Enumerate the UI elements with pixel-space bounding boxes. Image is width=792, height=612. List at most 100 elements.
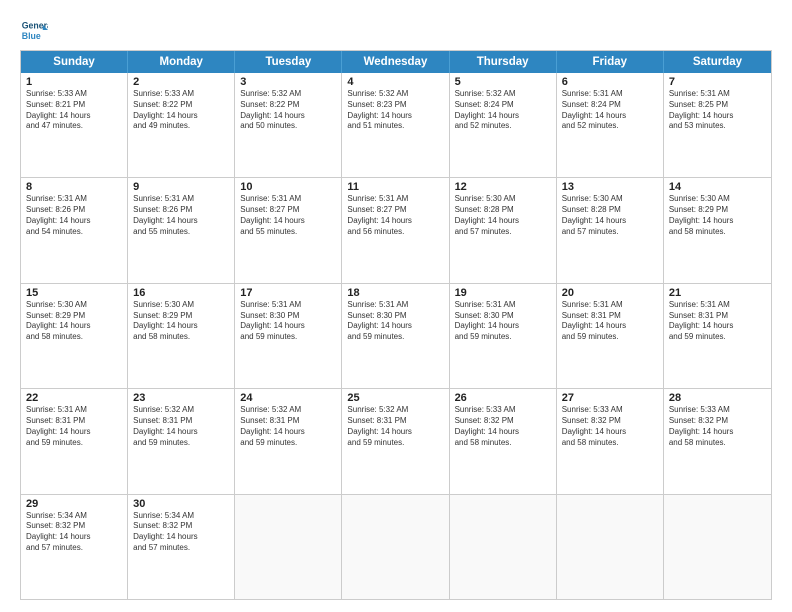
table-row: 3Sunrise: 5:32 AM Sunset: 8:22 PM Daylig… <box>235 73 342 177</box>
table-row: 27Sunrise: 5:33 AM Sunset: 8:32 PM Dayli… <box>557 389 664 493</box>
day-info: Sunrise: 5:32 AM Sunset: 8:22 PM Dayligh… <box>240 89 336 132</box>
day-info: Sunrise: 5:33 AM Sunset: 8:32 PM Dayligh… <box>562 405 658 448</box>
logo: General Blue <box>20 16 48 44</box>
table-row: 30Sunrise: 5:34 AM Sunset: 8:32 PM Dayli… <box>128 495 235 599</box>
table-row: 21Sunrise: 5:31 AM Sunset: 8:31 PM Dayli… <box>664 284 771 388</box>
day-info: Sunrise: 5:33 AM Sunset: 8:32 PM Dayligh… <box>669 405 766 448</box>
table-row: 16Sunrise: 5:30 AM Sunset: 8:29 PM Dayli… <box>128 284 235 388</box>
table-row: 9Sunrise: 5:31 AM Sunset: 8:26 PM Daylig… <box>128 178 235 282</box>
day-info: Sunrise: 5:33 AM Sunset: 8:21 PM Dayligh… <box>26 89 122 132</box>
header-friday: Friday <box>557 51 664 73</box>
week-row-3: 15Sunrise: 5:30 AM Sunset: 8:29 PM Dayli… <box>21 283 771 388</box>
day-info: Sunrise: 5:30 AM Sunset: 8:29 PM Dayligh… <box>669 194 766 237</box>
table-row <box>235 495 342 599</box>
day-number: 21 <box>669 287 766 299</box>
day-info: Sunrise: 5:30 AM Sunset: 8:28 PM Dayligh… <box>562 194 658 237</box>
table-row: 4Sunrise: 5:32 AM Sunset: 8:23 PM Daylig… <box>342 73 449 177</box>
day-info: Sunrise: 5:30 AM Sunset: 8:29 PM Dayligh… <box>26 300 122 343</box>
table-row: 19Sunrise: 5:31 AM Sunset: 8:30 PM Dayli… <box>450 284 557 388</box>
day-number: 14 <box>669 181 766 193</box>
logo-icon: General Blue <box>20 16 48 44</box>
header-tuesday: Tuesday <box>235 51 342 73</box>
day-info: Sunrise: 5:32 AM Sunset: 8:31 PM Dayligh… <box>133 405 229 448</box>
day-number: 6 <box>562 76 658 88</box>
day-number: 1 <box>26 76 122 88</box>
day-number: 13 <box>562 181 658 193</box>
header-sunday: Sunday <box>21 51 128 73</box>
day-number: 24 <box>240 392 336 404</box>
day-number: 23 <box>133 392 229 404</box>
day-number: 25 <box>347 392 443 404</box>
table-row: 15Sunrise: 5:30 AM Sunset: 8:29 PM Dayli… <box>21 284 128 388</box>
table-row: 17Sunrise: 5:31 AM Sunset: 8:30 PM Dayli… <box>235 284 342 388</box>
day-info: Sunrise: 5:34 AM Sunset: 8:32 PM Dayligh… <box>26 511 122 554</box>
day-number: 17 <box>240 287 336 299</box>
day-number: 2 <box>133 76 229 88</box>
table-row: 22Sunrise: 5:31 AM Sunset: 8:31 PM Dayli… <box>21 389 128 493</box>
table-row: 7Sunrise: 5:31 AM Sunset: 8:25 PM Daylig… <box>664 73 771 177</box>
header-thursday: Thursday <box>450 51 557 73</box>
table-row: 6Sunrise: 5:31 AM Sunset: 8:24 PM Daylig… <box>557 73 664 177</box>
week-row-1: 1Sunrise: 5:33 AM Sunset: 8:21 PM Daylig… <box>21 73 771 177</box>
day-info: Sunrise: 5:31 AM Sunset: 8:31 PM Dayligh… <box>669 300 766 343</box>
day-info: Sunrise: 5:32 AM Sunset: 8:24 PM Dayligh… <box>455 89 551 132</box>
table-row <box>557 495 664 599</box>
table-row: 26Sunrise: 5:33 AM Sunset: 8:32 PM Dayli… <box>450 389 557 493</box>
day-number: 19 <box>455 287 551 299</box>
day-info: Sunrise: 5:31 AM Sunset: 8:27 PM Dayligh… <box>347 194 443 237</box>
day-info: Sunrise: 5:31 AM Sunset: 8:26 PM Dayligh… <box>26 194 122 237</box>
day-number: 15 <box>26 287 122 299</box>
table-row: 12Sunrise: 5:30 AM Sunset: 8:28 PM Dayli… <box>450 178 557 282</box>
day-number: 9 <box>133 181 229 193</box>
table-row: 29Sunrise: 5:34 AM Sunset: 8:32 PM Dayli… <box>21 495 128 599</box>
table-row: 14Sunrise: 5:30 AM Sunset: 8:29 PM Dayli… <box>664 178 771 282</box>
week-row-2: 8Sunrise: 5:31 AM Sunset: 8:26 PM Daylig… <box>21 177 771 282</box>
table-row: 25Sunrise: 5:32 AM Sunset: 8:31 PM Dayli… <box>342 389 449 493</box>
day-info: Sunrise: 5:31 AM Sunset: 8:31 PM Dayligh… <box>26 405 122 448</box>
day-number: 20 <box>562 287 658 299</box>
table-row: 11Sunrise: 5:31 AM Sunset: 8:27 PM Dayli… <box>342 178 449 282</box>
table-row: 1Sunrise: 5:33 AM Sunset: 8:21 PM Daylig… <box>21 73 128 177</box>
table-row: 28Sunrise: 5:33 AM Sunset: 8:32 PM Dayli… <box>664 389 771 493</box>
day-number: 22 <box>26 392 122 404</box>
page: General Blue Sunday Monday Tuesday Wedne… <box>0 0 792 612</box>
day-number: 3 <box>240 76 336 88</box>
day-info: Sunrise: 5:31 AM Sunset: 8:30 PM Dayligh… <box>240 300 336 343</box>
day-info: Sunrise: 5:31 AM Sunset: 8:24 PM Dayligh… <box>562 89 658 132</box>
day-info: Sunrise: 5:31 AM Sunset: 8:30 PM Dayligh… <box>347 300 443 343</box>
day-info: Sunrise: 5:31 AM Sunset: 8:26 PM Dayligh… <box>133 194 229 237</box>
day-info: Sunrise: 5:30 AM Sunset: 8:28 PM Dayligh… <box>455 194 551 237</box>
svg-text:Blue: Blue <box>22 31 41 41</box>
day-info: Sunrise: 5:31 AM Sunset: 8:25 PM Dayligh… <box>669 89 766 132</box>
day-info: Sunrise: 5:33 AM Sunset: 8:22 PM Dayligh… <box>133 89 229 132</box>
calendar: Sunday Monday Tuesday Wednesday Thursday… <box>20 50 772 600</box>
day-number: 30 <box>133 498 229 510</box>
day-number: 28 <box>669 392 766 404</box>
table-row <box>342 495 449 599</box>
day-number: 4 <box>347 76 443 88</box>
calendar-header: Sunday Monday Tuesday Wednesday Thursday… <box>21 51 771 73</box>
day-info: Sunrise: 5:32 AM Sunset: 8:31 PM Dayligh… <box>347 405 443 448</box>
day-info: Sunrise: 5:31 AM Sunset: 8:30 PM Dayligh… <box>455 300 551 343</box>
week-row-5: 29Sunrise: 5:34 AM Sunset: 8:32 PM Dayli… <box>21 494 771 599</box>
day-info: Sunrise: 5:31 AM Sunset: 8:31 PM Dayligh… <box>562 300 658 343</box>
day-number: 29 <box>26 498 122 510</box>
day-info: Sunrise: 5:32 AM Sunset: 8:31 PM Dayligh… <box>240 405 336 448</box>
table-row: 8Sunrise: 5:31 AM Sunset: 8:26 PM Daylig… <box>21 178 128 282</box>
day-number: 12 <box>455 181 551 193</box>
header-saturday: Saturday <box>664 51 771 73</box>
week-row-4: 22Sunrise: 5:31 AM Sunset: 8:31 PM Dayli… <box>21 388 771 493</box>
table-row: 23Sunrise: 5:32 AM Sunset: 8:31 PM Dayli… <box>128 389 235 493</box>
table-row: 13Sunrise: 5:30 AM Sunset: 8:28 PM Dayli… <box>557 178 664 282</box>
table-row: 10Sunrise: 5:31 AM Sunset: 8:27 PM Dayli… <box>235 178 342 282</box>
table-row: 20Sunrise: 5:31 AM Sunset: 8:31 PM Dayli… <box>557 284 664 388</box>
header-wednesday: Wednesday <box>342 51 449 73</box>
day-info: Sunrise: 5:30 AM Sunset: 8:29 PM Dayligh… <box>133 300 229 343</box>
day-info: Sunrise: 5:32 AM Sunset: 8:23 PM Dayligh… <box>347 89 443 132</box>
day-number: 5 <box>455 76 551 88</box>
day-number: 27 <box>562 392 658 404</box>
day-number: 10 <box>240 181 336 193</box>
day-number: 7 <box>669 76 766 88</box>
day-number: 18 <box>347 287 443 299</box>
calendar-body: 1Sunrise: 5:33 AM Sunset: 8:21 PM Daylig… <box>21 73 771 599</box>
